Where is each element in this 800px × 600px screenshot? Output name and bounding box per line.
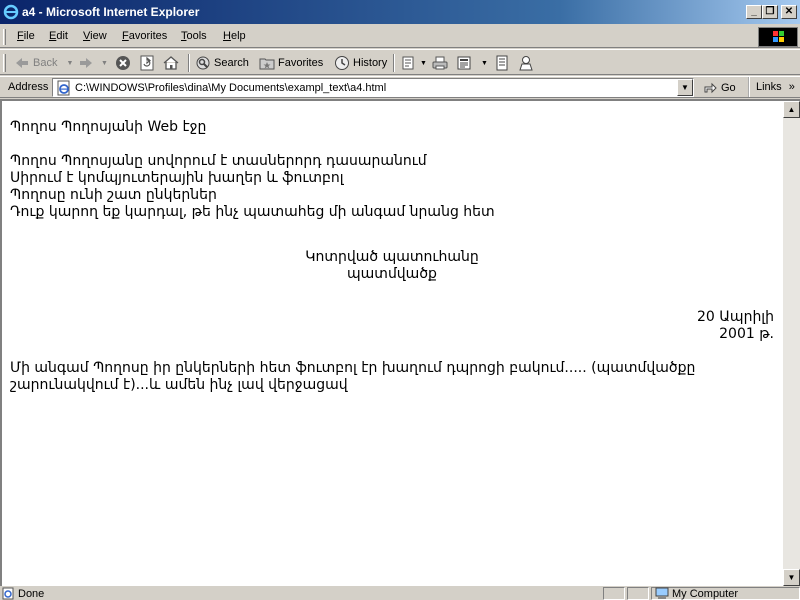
story-line: Մի անգամ Պողոսը իր ընկերների հետ ֆուտբոլ… (10, 360, 696, 376)
scroll-up-button[interactable]: ▲ (783, 101, 800, 118)
windows-logo-throbber (758, 27, 798, 47)
messenger-icon (519, 56, 533, 71)
favorites-label: Favorites (278, 57, 324, 69)
year-line: 2001 թ. (719, 326, 774, 342)
page-content: Պողոս Պողոսյանի Web էջը Պողոս Պողոսյանը … (10, 119, 774, 394)
story-subtitle: պատմվածք (347, 266, 437, 282)
toolbar-separator (393, 54, 395, 72)
search-button[interactable]: Search (195, 53, 249, 73)
close-button[interactable]: ✕ (781, 5, 797, 19)
links-button[interactable]: Links » (748, 77, 800, 97)
home-button[interactable] (163, 53, 179, 73)
history-label: History (353, 57, 388, 69)
mail-dropdown-icon[interactable]: ▼ (420, 60, 427, 67)
messenger-button[interactable] (518, 53, 534, 73)
stop-button[interactable] (115, 53, 131, 73)
status-text: Done (18, 588, 45, 600)
menu-favorites[interactable]: Favorites (122, 30, 167, 42)
back-dropdown-icon[interactable]: ▼ (66, 60, 73, 67)
address-bar: Address C:\WINDOWS\Profiles\dina\My Docu… (0, 76, 800, 98)
story-paragraph: Մի անգամ Պողոսը իր ընկերների հետ ֆուտբոլ… (10, 360, 774, 394)
windows-flag-icon (773, 31, 784, 42)
links-label: Links (756, 81, 782, 93)
go-button[interactable]: Go (702, 80, 736, 96)
print-button[interactable] (432, 53, 448, 73)
menu-file[interactable]: File (17, 30, 35, 42)
date-line: 20 Ապրիլի (696, 309, 774, 325)
story-line: շարունակվում է)...և ամեն ինչ լավ վերջացա… (10, 377, 348, 393)
page-done-icon (2, 587, 14, 600)
window-title: a4 - Microsoft Internet Explorer (22, 5, 200, 19)
intro-line: Պողոսը ունի շատ ընկերներ (10, 187, 217, 203)
vertical-scrollbar[interactable]: ▲ ▼ (783, 101, 800, 586)
menu-tools[interactable]: Tools (181, 30, 207, 42)
menu-view[interactable]: View (83, 30, 107, 42)
history-icon (335, 56, 349, 70)
search-label: Search (214, 57, 249, 69)
search-icon (196, 56, 210, 70)
page-viewport[interactable]: Պողոս Պողոսյանի Web էջը Պողոս Պողոսյանը … (0, 99, 800, 586)
forward-button[interactable]: ▼ (78, 53, 108, 73)
address-label: Address (8, 81, 49, 93)
refresh-button[interactable] (139, 53, 155, 73)
discuss-button[interactable] (494, 53, 510, 73)
forward-dropdown-icon[interactable]: ▼ (101, 60, 108, 67)
menu-grip[interactable] (3, 29, 6, 45)
history-button[interactable]: History (334, 53, 387, 73)
intro-line: Դուք կարող եք կարդալ, թե ինչ պատահեց մի … (10, 204, 495, 220)
favorites-folder-icon (259, 58, 275, 70)
zone-text: My Computer (672, 588, 739, 600)
scroll-down-button[interactable]: ▼ (783, 569, 800, 586)
story-title: Կոտրված պատուհանը (305, 249, 479, 265)
forward-arrow-icon (80, 58, 92, 68)
minimize-button[interactable]: _ (746, 5, 762, 19)
my-computer-icon (655, 587, 669, 599)
go-arrow-icon (704, 82, 717, 94)
menu-help[interactable]: Help (223, 30, 246, 42)
intro-paragraph: Պողոս Պողոսյանը սովորում է տասներորդ դաս… (10, 153, 774, 221)
toolbar-grip[interactable] (3, 54, 6, 72)
mail-icon (402, 56, 414, 70)
chevron-right-icon: » (788, 81, 795, 93)
status-cell (603, 587, 625, 600)
intro-line: Սիրում է կոմպյուտերային խաղեր և ֆուտբոլ (10, 170, 344, 186)
refresh-icon (140, 55, 154, 71)
title-bar[interactable]: a4 - Microsoft Internet Explorer _ ❐ ✕ (0, 0, 800, 24)
address-dropdown-button[interactable]: ▼ (677, 79, 693, 96)
date-block: 20 Ապրիլի 2001 թ. (10, 309, 774, 343)
back-label: Back (33, 57, 58, 69)
toolbar-separator (188, 54, 190, 72)
maximize-button[interactable]: ❐ (762, 5, 778, 19)
edit-dropdown-icon[interactable]: ▼ (481, 60, 488, 67)
menu-edit[interactable]: Edit (49, 30, 68, 42)
favorites-button[interactable]: Favorites (259, 53, 323, 73)
edit-page-icon (457, 56, 471, 70)
status-cell (627, 587, 649, 600)
discuss-icon (496, 55, 508, 71)
back-arrow-icon (16, 58, 28, 68)
stop-icon (116, 56, 130, 70)
address-value: C:\WINDOWS\Profiles\dina\My Documents\ex… (75, 82, 387, 94)
home-icon (163, 56, 179, 70)
address-input[interactable]: C:\WINDOWS\Profiles\dina\My Documents\ex… (52, 78, 694, 97)
go-label: Go (721, 82, 736, 94)
intro-line: Պողոս Պողոսյանը սովորում է տասներորդ դաս… (10, 153, 427, 169)
standard-toolbar: Back ▼ ▼ Search Favorites History ▼ ▼ (0, 49, 800, 75)
status-bar: Done My Computer (0, 586, 800, 600)
edit-button[interactable]: ▼ (456, 53, 488, 73)
ie-page-icon (57, 80, 70, 96)
menu-bar: File Edit View Favorites Tools Help (0, 26, 800, 48)
back-button[interactable]: Back ▼ (14, 53, 73, 73)
story-title-block: Կոտրված պատուհանը պատմվածք (10, 249, 774, 283)
page-heading: Պողոս Պողոսյանի Web էջը (10, 119, 207, 135)
printer-icon (432, 56, 448, 70)
mail-button[interactable]: ▼ (401, 53, 427, 73)
ie-logo-icon (3, 4, 19, 20)
